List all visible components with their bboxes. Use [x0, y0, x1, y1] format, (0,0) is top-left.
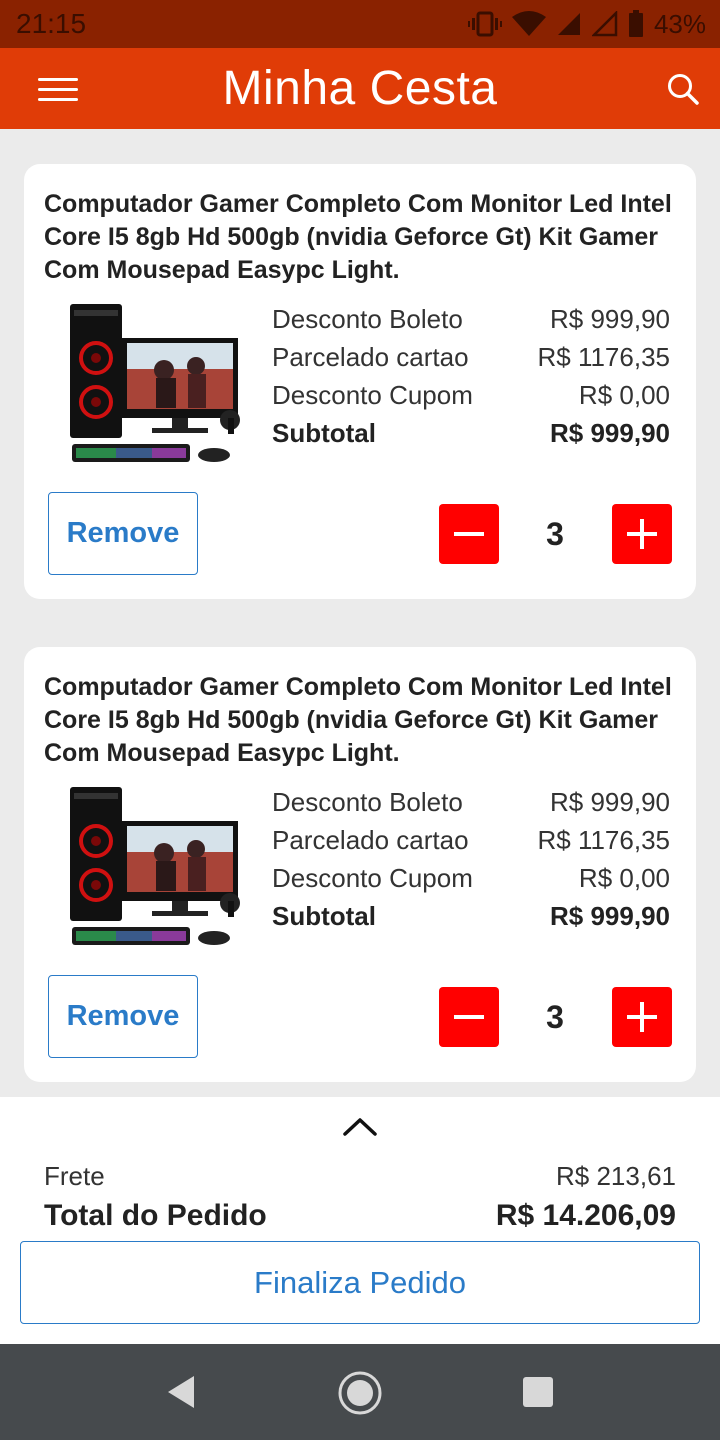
price-row: Parcelado cartao R$ 1176,35	[272, 338, 670, 376]
price-value: R$ 0,00	[578, 863, 670, 893]
shipping-label: Frete	[44, 1161, 105, 1191]
search-icon[interactable]	[666, 72, 700, 106]
hamburger-menu-icon[interactable]	[38, 78, 78, 102]
price-value: R$ 0,00	[578, 380, 670, 410]
price-label: Desconto Boleto	[272, 304, 463, 334]
battery-percent: 43%	[653, 8, 706, 39]
status-bar: 21:15 43%	[0, 0, 720, 48]
price-table: Desconto Boleto R$ 999,90 Parcelado cart…	[272, 783, 670, 935]
battery-icon	[628, 10, 643, 37]
price-label: Desconto Cupom	[272, 863, 473, 893]
minus-icon	[454, 1015, 484, 1019]
cell-signal-2-icon	[591, 11, 618, 37]
price-label: Desconto Cupom	[272, 380, 473, 410]
cart-item-card: Computador Gamer Completo Com Monitor Le…	[24, 647, 696, 1082]
shipping-row: Frete R$ 213,61	[44, 1161, 676, 1192]
status-time: 21:15	[16, 8, 87, 39]
shipping-value: R$ 213,61	[556, 1161, 676, 1191]
system-nav-bar	[0, 1344, 720, 1440]
quantity-value: 3	[546, 516, 564, 552]
price-label: Parcelado cartao	[272, 342, 469, 372]
status-icons: 43%	[467, 8, 706, 40]
chevron-up-icon[interactable]	[342, 1115, 378, 1137]
price-value: R$ 1176,35	[537, 342, 670, 372]
cart-item-card: Computador Gamer Completo Com Monitor Le…	[24, 164, 696, 599]
price-row: Desconto Cupom R$ 0,00	[272, 859, 670, 897]
subtotal-row: Subtotal R$ 999,90	[272, 414, 670, 452]
subtotal-value: R$ 999,90	[550, 418, 670, 448]
order-total-label: Total do Pedido	[44, 1199, 267, 1232]
subtotal-row: Subtotal R$ 999,90	[272, 897, 670, 935]
minus-icon	[454, 532, 484, 536]
decrease-quantity-button[interactable]	[439, 504, 499, 564]
recents-icon[interactable]	[522, 1376, 554, 1408]
subtotal-value: R$ 999,90	[550, 901, 670, 931]
wifi-icon	[511, 11, 546, 36]
remove-button[interactable]: Remove	[48, 975, 198, 1058]
subtotal-label: Subtotal	[272, 418, 376, 448]
price-row: Parcelado cartao R$ 1176,35	[272, 821, 670, 859]
plus-icon	[627, 519, 657, 549]
order-summary: Frete R$ 213,61 Total do Pedido R$ 14.20…	[0, 1097, 720, 1344]
page-title: Minha Cesta	[222, 62, 498, 115]
product-image	[70, 304, 240, 462]
price-value: R$ 1176,35	[537, 825, 670, 855]
order-total-value: R$ 14.206,09	[495, 1199, 676, 1232]
order-total-row: Total do Pedido R$ 14.206,09	[44, 1199, 676, 1233]
increase-quantity-button[interactable]	[612, 504, 672, 564]
price-label: Desconto Boleto	[272, 787, 463, 817]
price-value: R$ 999,90	[550, 304, 670, 334]
remove-button[interactable]: Remove	[48, 492, 198, 575]
price-row: Desconto Boleto R$ 999,90	[272, 783, 670, 821]
quantity-value: 3	[546, 999, 564, 1035]
decrease-quantity-button[interactable]	[439, 987, 499, 1047]
app-bar: Minha Cesta	[0, 48, 720, 129]
cell-signal-icon	[557, 13, 580, 35]
product-name: Computador Gamer Completo Com Monitor Le…	[44, 190, 672, 284]
finalize-order-button[interactable]: Finaliza Pedido	[20, 1241, 700, 1324]
price-table: Desconto Boleto R$ 999,90 Parcelado cart…	[272, 300, 670, 452]
price-value: R$ 999,90	[550, 787, 670, 817]
plus-icon	[627, 1002, 657, 1032]
home-icon[interactable]	[337, 1370, 383, 1416]
price-row: Desconto Cupom R$ 0,00	[272, 376, 670, 414]
product-image	[70, 787, 240, 945]
product-name: Computador Gamer Completo Com Monitor Le…	[44, 673, 672, 767]
subtotal-label: Subtotal	[272, 901, 376, 931]
price-row: Desconto Boleto R$ 999,90	[272, 300, 670, 338]
back-icon[interactable]	[164, 1372, 198, 1412]
vibrate-icon	[467, 11, 502, 37]
increase-quantity-button[interactable]	[612, 987, 672, 1047]
price-label: Parcelado cartao	[272, 825, 469, 855]
